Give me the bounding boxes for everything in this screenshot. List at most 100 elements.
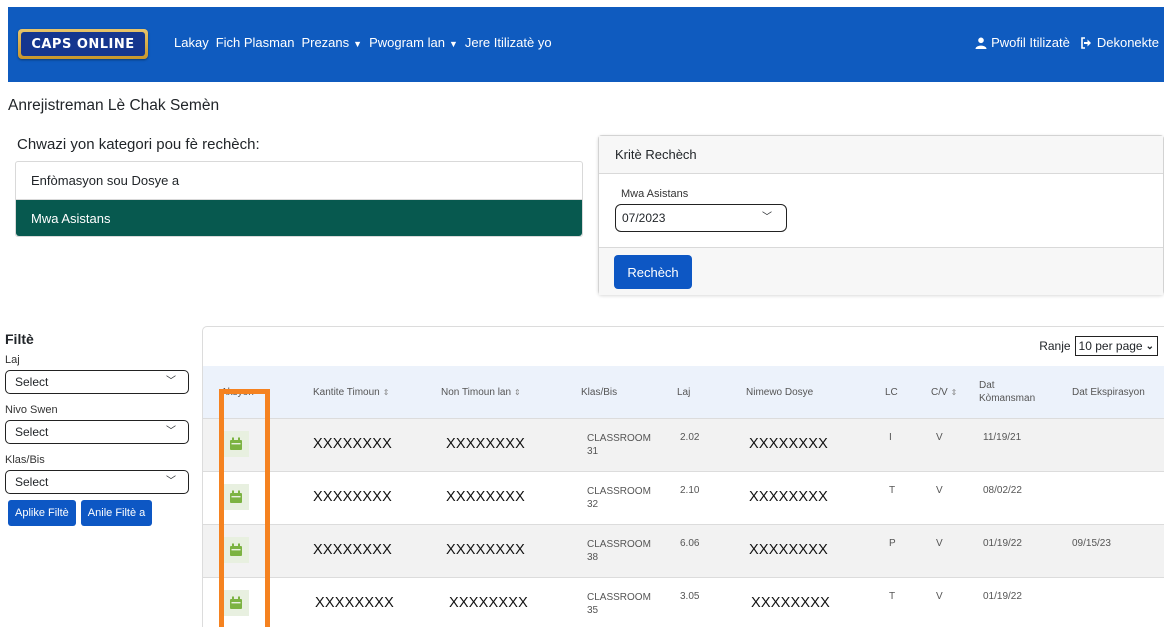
cell-case-number: XXXXXXXX xyxy=(749,436,828,452)
calendar-icon[interactable] xyxy=(223,484,249,510)
header-age-label: Laj xyxy=(677,386,691,398)
care-level-filter-value: Select xyxy=(15,425,49,439)
age-filter-value: Select xyxy=(15,375,49,389)
header-lc-label: LC xyxy=(885,386,898,398)
care-level-filter-select[interactable]: Select ﹀ xyxy=(5,420,189,444)
nav-attendance-menu[interactable]: Prezans ▼ xyxy=(301,35,362,50)
header-case-number: Nimewo Dosye xyxy=(746,366,813,418)
category-list: Enfòmasyon sou Dosye a Mwa Asistans xyxy=(15,161,583,237)
header-case-label: Nimewo Dosye xyxy=(746,386,814,398)
month-label: Mwa Asistans xyxy=(621,188,689,200)
caps-online-logo[interactable]: CAPS ONLINE xyxy=(18,29,148,59)
search-criteria-card: Kritè Rechèch Mwa Asistans 07/2023 ﹀ Rec… xyxy=(598,135,1164,295)
cell-start-date: 11/19/21 xyxy=(983,432,1022,443)
apply-filter-button[interactable]: Aplike Filtè xyxy=(8,500,76,526)
cell-start-date: 08/02/22 xyxy=(983,485,1022,496)
chevron-down-icon: ⌄ xyxy=(1145,340,1154,352)
nav-home[interactable]: Lakay xyxy=(174,35,209,50)
cell-age: 2.02 xyxy=(680,432,700,443)
cell-class: CLASSROOM 32 xyxy=(587,486,651,510)
table-header: Aksyon Kantite Timoun ⇕ Non Timoun lan ⇕ K… xyxy=(203,366,1164,418)
cell-child-count: XXXXXXXX xyxy=(313,489,392,505)
cell-age: 6.06 xyxy=(680,538,700,549)
cell-child-name: XXXXXXXX xyxy=(449,595,528,611)
cell-child-count: XXXXXXXX xyxy=(315,595,394,611)
top-navbar: CAPS ONLINE Lakay Fich Plasman Prezans ▼ … xyxy=(8,7,1164,82)
class-filter-label: Klas/Bis xyxy=(5,454,45,466)
cell-age: 3.05 xyxy=(680,591,700,602)
logout-icon xyxy=(1081,36,1091,49)
category-item-attendance-month[interactable]: Mwa Asistans xyxy=(16,199,582,236)
nav-user-profile-label: Pwofil Itilizatè xyxy=(991,35,1070,50)
user-nav: Pwofil Itilizatè Dekonekte xyxy=(975,35,1159,50)
header-action: Aksyon xyxy=(221,366,254,418)
criteria-header: Kritè Rechèch xyxy=(599,136,1163,174)
cell-case-number: XXXXXXXX xyxy=(751,595,830,611)
table-row: XXXXXXXX XXXXXXXX CLASSROOM 35 3.05 XXXX… xyxy=(203,577,1164,627)
care-level-filter-label: Nivo Swen xyxy=(5,404,58,416)
cell-lc: I xyxy=(889,432,892,443)
chevron-down-icon: ﹀ xyxy=(166,426,176,437)
page-size-control: Ranje 10 per page ⌄ xyxy=(1039,336,1158,356)
page-size-select[interactable]: 10 per page ⌄ xyxy=(1074,336,1158,356)
header-start-label: Dat Kòmansman xyxy=(979,380,1036,404)
caret-down-icon: ▼ xyxy=(353,39,363,49)
sort-icon: ⇕ xyxy=(382,387,390,397)
sort-icon: ⇕ xyxy=(950,387,958,397)
header-child-count[interactable]: Kantite Timoun ⇕ xyxy=(313,366,389,418)
chevron-down-icon: ﹀ xyxy=(762,212,772,223)
nav-program-menu[interactable]: Pwogram lan ▼ xyxy=(369,35,458,50)
header-name-label: Non Timoun lan xyxy=(441,386,512,398)
caret-down-icon: ▼ xyxy=(448,39,458,49)
nav-placement-record[interactable]: Fich Plasman xyxy=(216,35,295,50)
cell-case-number: XXXXXXXX xyxy=(749,489,828,505)
chevron-down-icon: ﹀ xyxy=(166,476,176,487)
header-cv[interactable]: C/V ⇕ xyxy=(931,366,957,418)
calendar-icon[interactable] xyxy=(223,590,249,616)
calendar-icon[interactable] xyxy=(223,537,249,563)
cell-class: CLASSROOM 31 xyxy=(587,433,651,457)
nav-logout-label: Dekonekte xyxy=(1096,35,1159,50)
cell-child-name: XXXXXXXX xyxy=(446,489,525,505)
search-button[interactable]: Rechèch xyxy=(614,255,692,289)
main-nav: Lakay Fich Plasman Prezans ▼ Pwogram lan ▼… xyxy=(174,35,552,50)
category-prompt: Chwazi yon kategori pou fè rechèch: xyxy=(17,136,260,153)
class-filter-select[interactable]: Select ﹀ xyxy=(5,470,189,494)
sort-icon: ⇕ xyxy=(514,387,521,397)
nav-manage-users[interactable]: Jere Itilizatè yo xyxy=(465,35,552,50)
cell-lc: T xyxy=(889,485,896,496)
header-action-label: Aksyon xyxy=(221,386,254,398)
age-filter-select[interactable]: Select ﹀ xyxy=(5,370,189,394)
header-cv-label: C/V xyxy=(931,386,948,398)
table-row: XXXXXXXX XXXXXXXX CLASSROOM 38 6.06 XXXX… xyxy=(203,524,1164,577)
nav-logout[interactable]: Dekonekte xyxy=(1080,35,1159,50)
cell-cv: V xyxy=(936,432,943,443)
nav-program-label: Pwogram lan xyxy=(369,35,445,50)
calendar-icon[interactable] xyxy=(223,431,249,457)
header-class: Klas/Bis xyxy=(581,366,617,418)
cell-child-count: XXXXXXXX xyxy=(313,436,392,452)
logo-text: CAPS ONLINE xyxy=(21,32,145,56)
cell-start-date: 01/19/22 xyxy=(983,538,1022,549)
cell-case-number: XXXXXXXX xyxy=(749,542,828,558)
cell-lc: T xyxy=(889,591,896,602)
user-icon xyxy=(975,37,987,49)
header-lc: LC xyxy=(885,366,898,418)
header-start-date: Dat Kòmansman xyxy=(979,366,1039,418)
header-child-name[interactable]: Non Timoun lan ⇕ xyxy=(441,366,521,418)
clear-filter-button[interactable]: Anile Filtè a xyxy=(80,500,153,526)
header-age: Laj xyxy=(677,366,690,418)
attendance-month-select[interactable]: 07/2023 ﹀ xyxy=(615,204,787,232)
nav-user-profile[interactable]: Pwofil Itilizatè xyxy=(975,35,1070,50)
results-table-panel: Ranje 10 per page ⌄ Aksyon Kantite Timou… xyxy=(202,326,1164,627)
cell-lc: P xyxy=(889,538,896,549)
header-expiry-label: Dat Ekspirasyon xyxy=(1072,386,1145,398)
filters-title: Filtè xyxy=(5,331,34,347)
header-class-label: Klas/Bis xyxy=(581,386,618,398)
header-expiry-date: Dat Ekspirasyon xyxy=(1072,366,1145,418)
nav-attendance-label: Prezans xyxy=(301,35,350,50)
cell-cv: V xyxy=(936,538,943,549)
cell-cv: V xyxy=(936,591,943,602)
category-item-case-info[interactable]: Enfòmasyon sou Dosye a xyxy=(16,162,582,199)
class-filter-value: Select xyxy=(15,475,49,489)
